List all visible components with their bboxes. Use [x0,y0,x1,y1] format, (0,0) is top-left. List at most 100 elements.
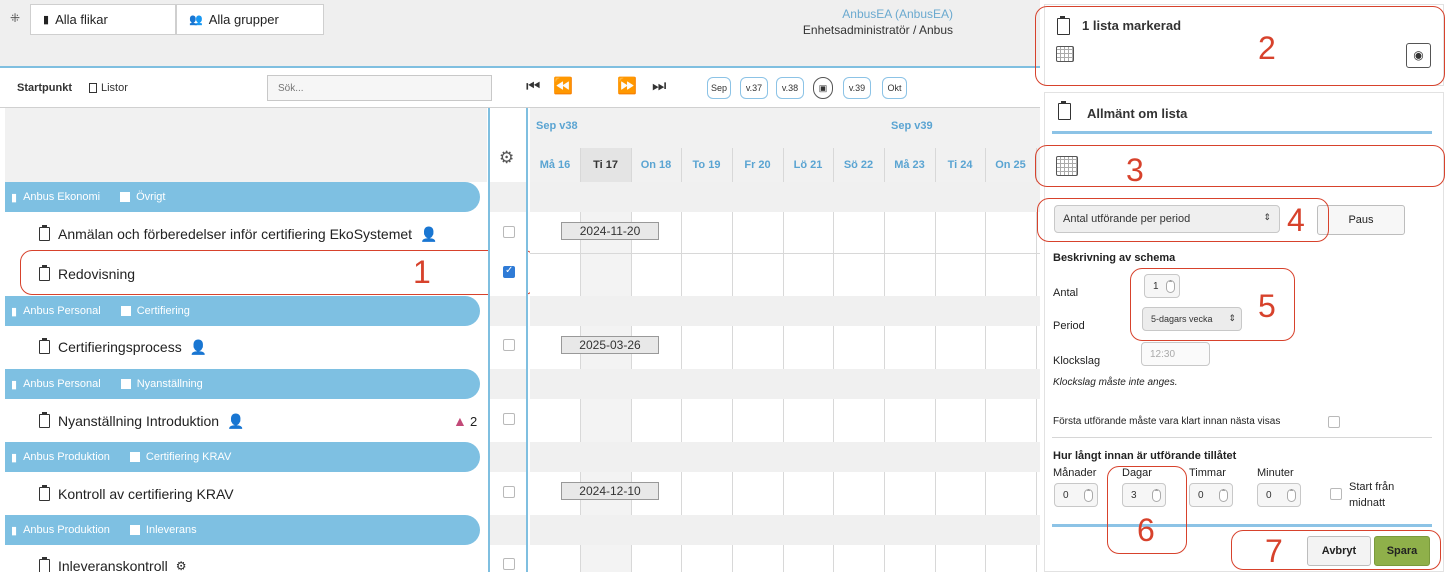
skip-first-icon[interactable]: ⏮ [526,78,540,96]
category-square-icon [129,452,140,462]
first-done-checkbox[interactable] [1328,416,1340,428]
group-org: Anbus Produktion [23,524,110,536]
annotation-number-5: 5 [1258,288,1276,324]
bookmark-icon: ▮ [11,451,18,464]
stepper-arrows-icon: ⌃ [1219,489,1228,502]
week-header: Sep v38 [536,120,578,132]
group-category: Certifiering KRAV [145,451,232,463]
due-date[interactable]: 2024-12-10 [561,482,659,500]
midnight-checkbox[interactable] [1330,488,1342,500]
list-header [5,108,487,182]
months-label: Månader [1053,467,1097,479]
all-groups-button[interactable]: 👥 Alla grupper [176,4,324,35]
pause-button[interactable]: Paus [1317,205,1405,235]
skip-last-icon[interactable]: ⏭ [652,78,666,96]
filter-settings-icon[interactable]: ⁜ [10,11,20,25]
day-header: On 18 [640,159,672,171]
group-band[interactable]: ▮ Anbus Personal Nyanställning [5,369,480,399]
cancel-button[interactable]: Avbryt [1307,536,1371,566]
list-title: Inleveranskontroll [58,558,168,572]
select-arrows-icon: ⇕ [1228,313,1236,323]
minutes-stepper[interactable]: 0 ⌃ [1257,483,1301,507]
rewind-icon[interactable]: ⏪ [553,78,573,96]
midnight-label-1: Start från [1349,481,1395,493]
due-date[interactable]: 2025-03-26 [561,336,659,354]
list-item[interactable]: Inleveranskontroll ⚙ [5,546,487,572]
day-header: Må 16 [539,159,571,171]
day-header: Lö 21 [793,159,823,171]
period-value: 5-dagars vecka [1151,314,1213,324]
count-value: 1 [1153,280,1159,292]
group-band[interactable]: ▮ Anbus Produktion Certifiering KRAV [5,442,480,472]
allowed-heading: Hur långt innan är utförande tillåtet [1053,450,1237,462]
stepper-arrows-icon: ⌃ [1152,489,1161,502]
week-header: Sep v39 [891,120,933,132]
selected-title: 1 lista markerad [1082,18,1182,33]
list-title: Kontroll av certifiering KRAV [58,486,234,502]
group-category: Övrigt [136,191,166,203]
week-pill-okt[interactable]: Okt [882,77,907,99]
user-assign-icon: 👤 [420,225,438,242]
calendar-grid: Sep v38 Sep v39 Må 16 Ti 17 On 18 To 19 … [530,108,1049,572]
list-item[interactable]: Kontroll av certifiering KRAV [5,474,487,514]
time-value: 12:30 [1150,348,1176,360]
clipboard-icon [39,265,50,281]
stepper-arrows-icon: ⌃ [1166,280,1175,293]
lists-label[interactable]: Listor [101,82,128,94]
annotation-number-1: 1 [413,254,431,290]
count-stepper[interactable]: 1 ⌃ [1144,274,1180,298]
fast-forward-icon[interactable]: ⏩ [617,78,637,96]
group-band[interactable]: ▮ Anbus Personal Certifiering [5,296,480,326]
clipboard-icon [1057,16,1070,35]
list-checkbox[interactable] [503,558,515,570]
list-checkbox[interactable] [503,413,515,425]
week-pill-v39[interactable]: v.39 [843,77,871,99]
annotation-number-2: 2 [1258,30,1276,66]
user-name[interactable]: AnbusEA (AnbusEA) [803,6,953,22]
all-groups-label: Alla grupper [208,12,279,27]
day-header: Ti 17 [580,148,631,182]
week-pill-v38[interactable]: v.38 [776,77,804,99]
selection-column: ⚙ [488,108,528,572]
days-stepper[interactable]: 3 ⌃ [1122,483,1166,507]
group-band[interactable]: ▮ Anbus Ekonomi Övrigt [5,182,480,212]
time-label: Klockslag [1053,355,1101,367]
user-info: AnbusEA (AnbusEA) Enhetsadministratör / … [803,6,953,38]
bookmark-icon: ▮ [11,305,18,318]
schedule-calendar-icon [1056,156,1078,176]
gear-icon[interactable]: ⚙ [499,148,514,168]
period-select[interactable]: 5-dagars vecka ⇕ [1142,307,1242,331]
all-tabs-button[interactable]: ▮ Alla flikar [30,4,176,35]
annotation-number-7: 7 [1265,533,1283,569]
period-label: Period [1053,320,1085,332]
list-checkbox[interactable] [503,265,515,278]
group-category: Inleverans [145,524,197,536]
minutes-label: Minuter [1257,467,1294,479]
group-band[interactable]: ▮ Anbus Produktion Inleverans [5,515,480,545]
clipboard-icon [39,557,50,572]
week-pill-sep[interactable]: Sep [707,77,731,99]
group-category: Certifiering [136,305,190,317]
annotation-number-6: 6 [1137,512,1155,548]
time-input[interactable]: 12:30 [1141,342,1210,366]
category-square-icon [120,379,131,389]
list-item[interactable]: Nyanställning Introduktion 👤 ▲ 2 [5,401,487,441]
clipboard-icon [39,412,50,428]
hours-stepper[interactable]: 0 ⌃ [1189,483,1233,507]
current-week-icon[interactable]: ▣ [813,77,833,99]
clipboard-icon [39,225,50,241]
schedule-mode-select[interactable]: Antal utförande per period ⇕ [1054,205,1280,233]
users-icon: 👥 [189,14,203,26]
list-checkbox[interactable] [503,486,515,498]
months-stepper[interactable]: 0 ⌃ [1054,483,1098,507]
list-checkbox[interactable] [503,226,515,238]
list-checkbox[interactable] [503,339,515,351]
search-input[interactable] [267,75,492,101]
time-note: Klockslag måste inte anges. [1053,377,1178,388]
list-item[interactable]: Anmälan och förberedelser inför certifie… [5,214,487,254]
week-pill-v37[interactable]: v.37 [740,77,768,99]
list-item[interactable]: Certifieringsprocess 👤 [5,327,487,367]
save-button[interactable]: Spara [1374,536,1430,566]
preview-eye-icon[interactable]: ◉ [1406,43,1431,68]
due-date[interactable]: 2024-11-20 [561,222,659,240]
